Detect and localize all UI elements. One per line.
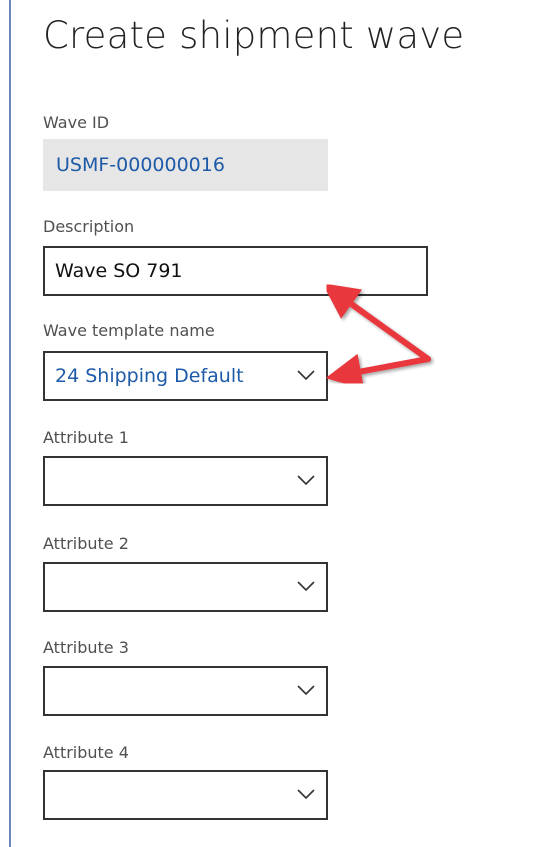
description-value: Wave SO 791	[55, 260, 183, 282]
wave-id-value: USMF-000000016	[56, 154, 225, 176]
chevron-down-icon	[297, 789, 315, 800]
chevron-down-icon	[297, 685, 315, 696]
attribute-3-dropdown[interactable]	[43, 666, 328, 716]
attribute-1-dropdown[interactable]	[43, 456, 328, 506]
attribute-2-label: Attribute 2	[43, 534, 129, 553]
attribute-1-label: Attribute 1	[43, 428, 129, 447]
wave-template-dropdown[interactable]: 24 Shipping Default	[43, 351, 328, 401]
attribute-2-dropdown[interactable]	[43, 562, 328, 612]
create-shipment-wave-dialog: Create shipment wave Wave ID USMF-000000…	[0, 0, 542, 847]
description-label: Description	[43, 217, 135, 236]
dialog-title: Create shipment wave	[43, 14, 465, 57]
attribute-3-label: Attribute 3	[43, 638, 129, 657]
wave-id-field: USMF-000000016	[43, 139, 328, 191]
panel-left-border	[9, 0, 11, 847]
wave-template-label: Wave template name	[43, 321, 215, 340]
chevron-down-icon	[297, 370, 315, 381]
wave-template-value: 24 Shipping Default	[55, 365, 244, 387]
chevron-down-icon	[297, 581, 315, 592]
attribute-4-label: Attribute 4	[43, 743, 129, 762]
chevron-down-icon	[297, 475, 315, 486]
attribute-4-dropdown[interactable]	[43, 770, 328, 820]
description-input[interactable]: Wave SO 791	[43, 246, 428, 296]
wave-id-label: Wave ID	[43, 113, 110, 132]
